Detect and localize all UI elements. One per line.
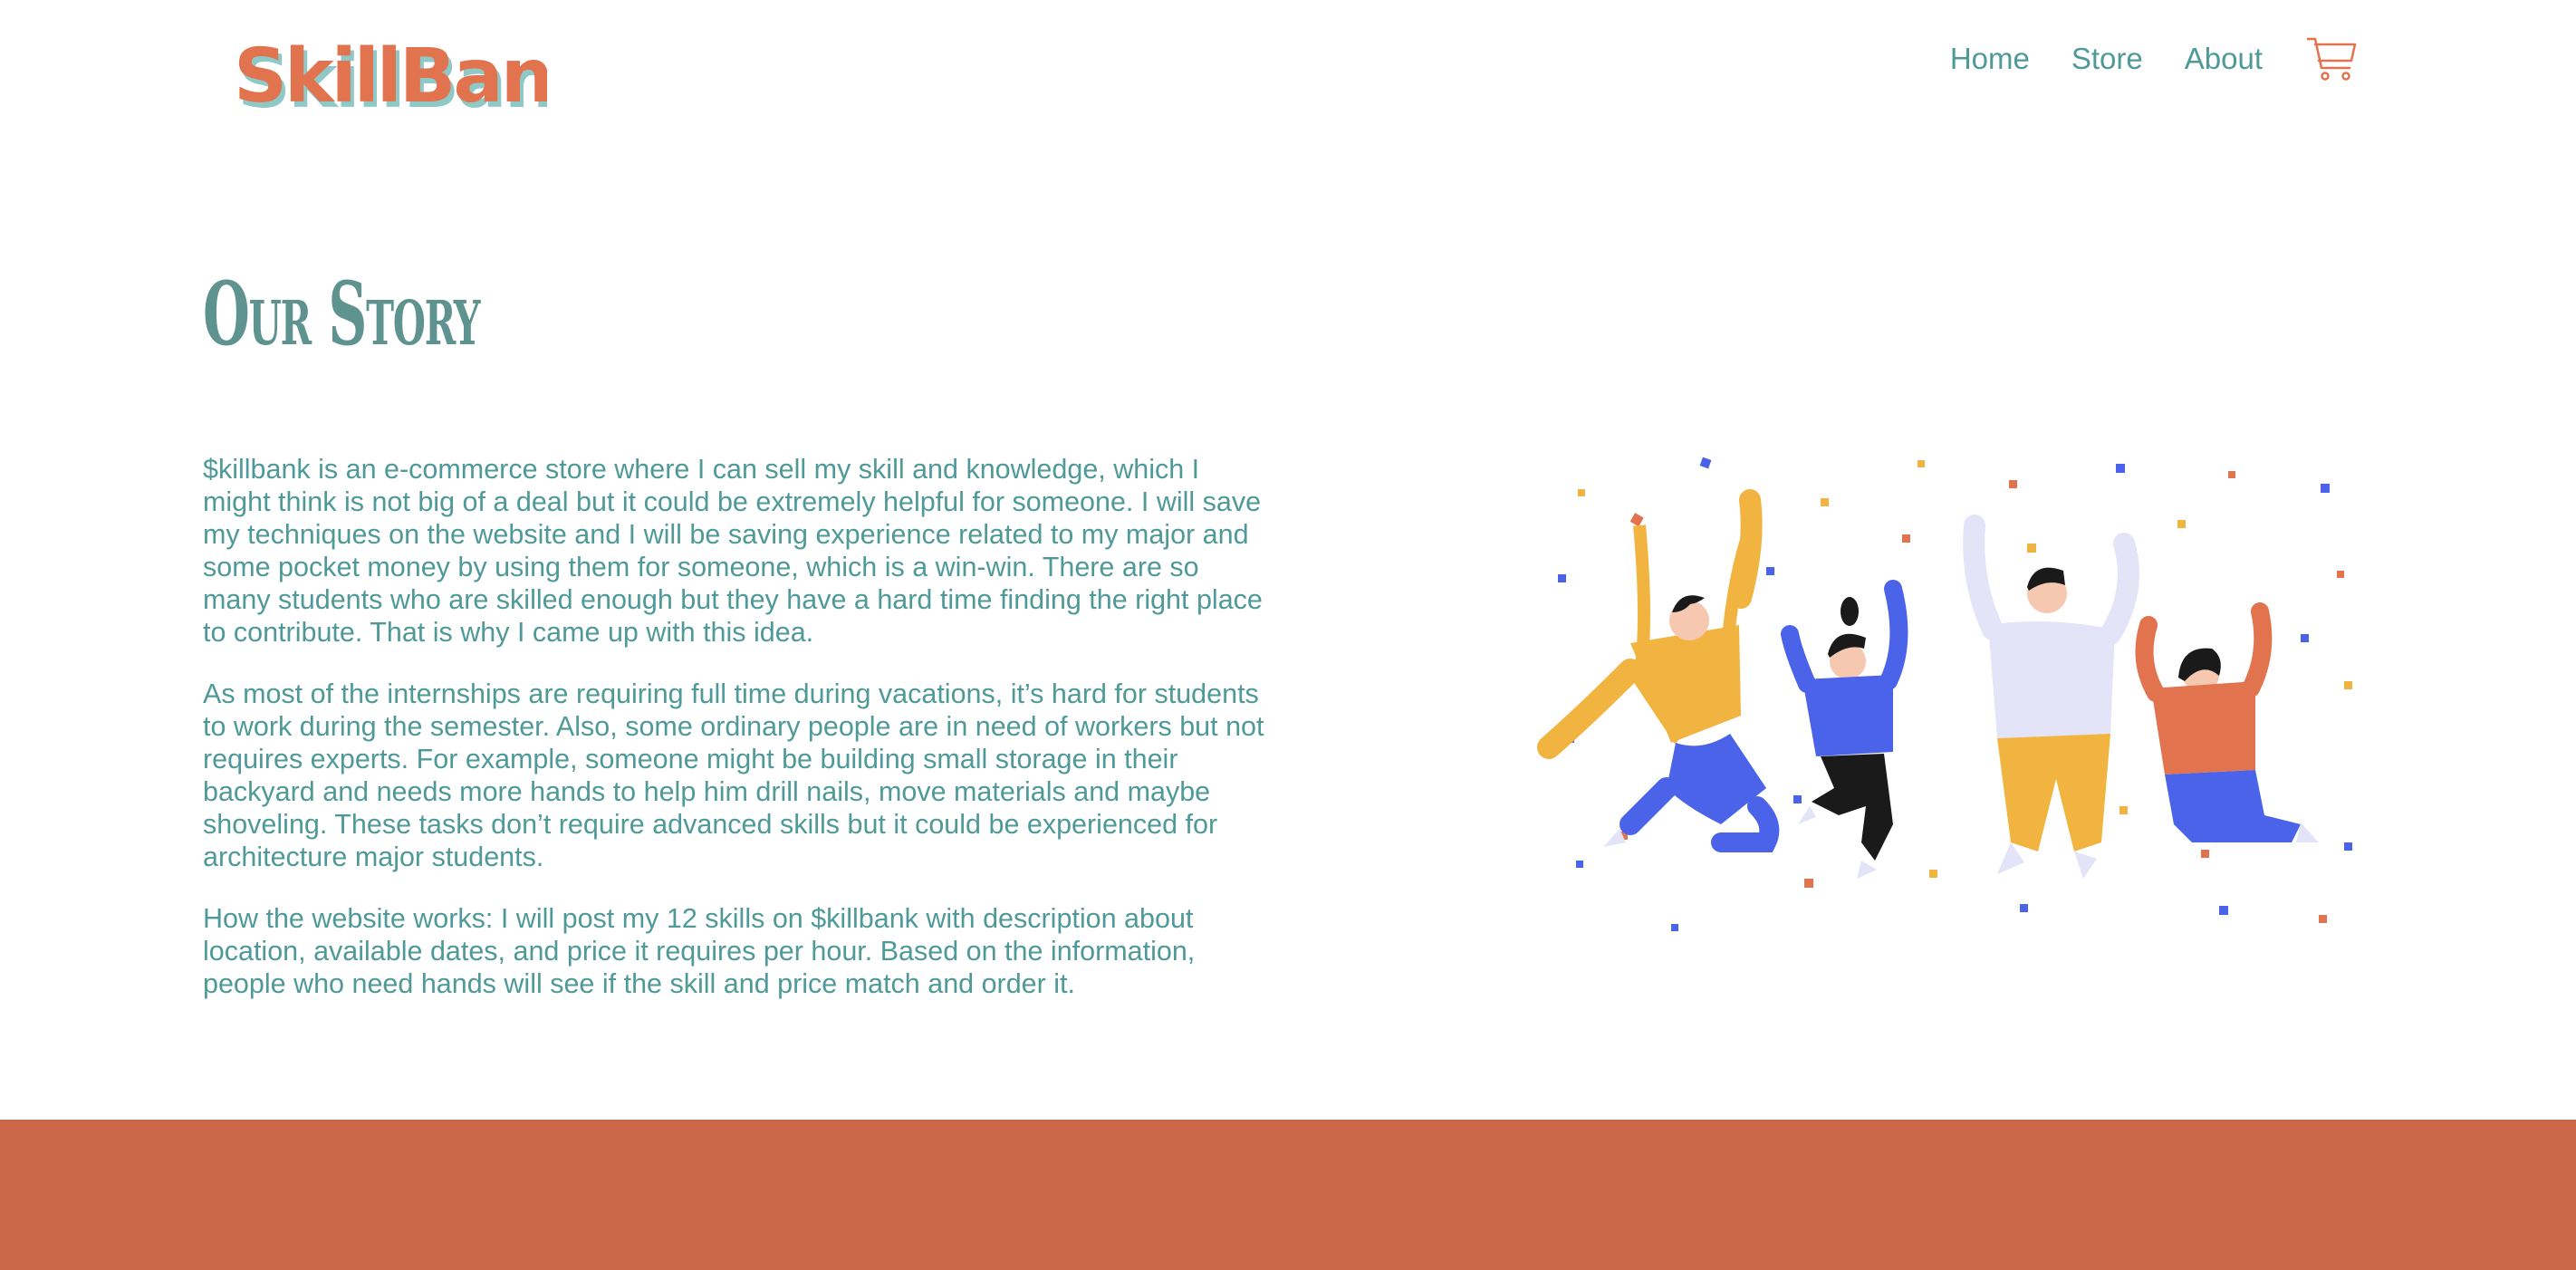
story-paragraph-3: How the website works: I will post my 12… xyxy=(203,903,1196,999)
cart-icon[interactable] xyxy=(2304,32,2359,86)
nav-about[interactable]: About xyxy=(2185,42,2263,76)
person-orange-icon xyxy=(2135,602,2319,842)
main-nav: Home Store About xyxy=(1908,27,2359,91)
page-title: Our Story xyxy=(203,263,480,365)
footer-band xyxy=(0,1120,2576,1270)
site-header: SkillBank SkillBank Home Store About xyxy=(0,0,2576,154)
logo-graphic: SkillBank SkillBank xyxy=(234,34,547,118)
nav-store[interactable]: Store xyxy=(2071,42,2143,76)
svg-text:SkillBank: SkillBank xyxy=(234,34,547,118)
celebration-illustration xyxy=(1504,444,2373,951)
person-yellow-icon xyxy=(1537,489,1780,852)
nav-home[interactable]: Home xyxy=(1950,42,2030,76)
person-white-icon xyxy=(1963,515,2139,879)
story-paragraph-1: $killbank is an e-commerce store where I… xyxy=(203,454,1263,648)
story-text: $killbank is an e-commerce store where I… xyxy=(203,453,1267,1029)
person-blue-icon xyxy=(1781,580,1908,879)
story-paragraph-2: As most of the internships are requiring… xyxy=(203,678,1264,872)
skillbank-logo[interactable]: SkillBank SkillBank xyxy=(230,27,547,118)
